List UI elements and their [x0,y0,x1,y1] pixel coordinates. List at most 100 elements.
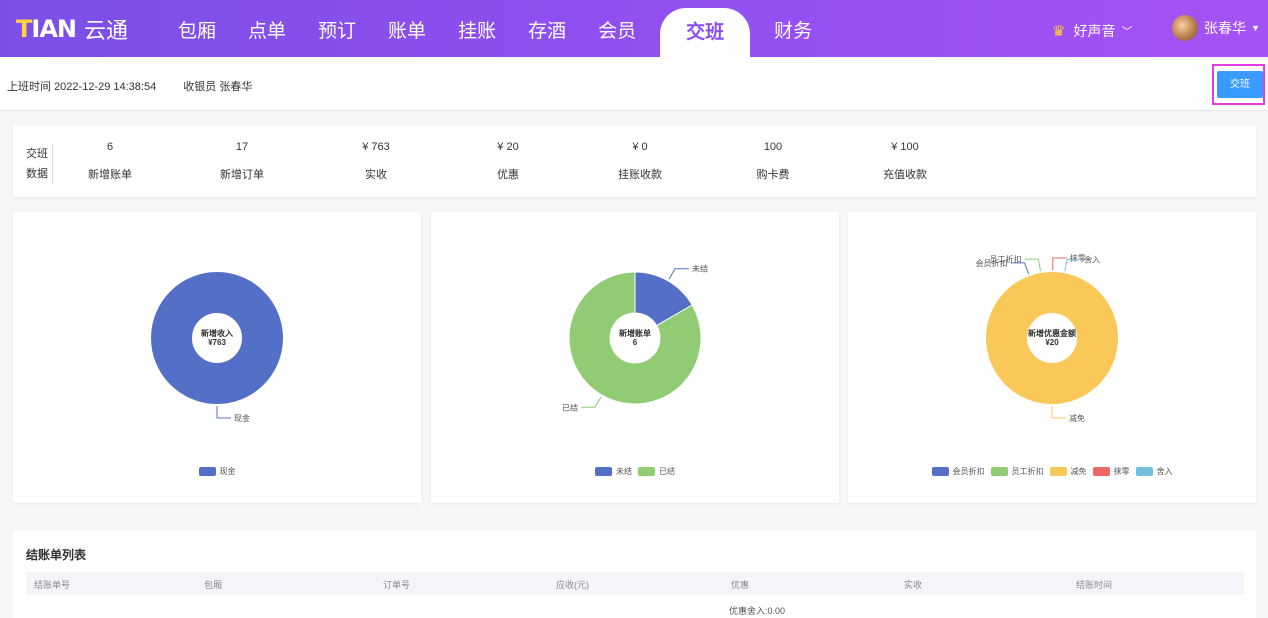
bills-donut-chart: 未结已结 新增账单6 [562,264,708,413]
stat-card-fee: 100 购卡费 [713,141,833,182]
legend-swatch [595,467,612,476]
discount-donut-chart: 会员折扣员工折扣减免抹零舍入新增优惠金额¥20 [976,253,1118,423]
user-name: 张春华 [1204,20,1246,36]
slice-label-1: 员工折扣 [989,254,1021,264]
main-nav: 包厢 点单 预订 账单 挂账 存酒 会员 交班 财务 [162,0,828,57]
stat-label: 挂账收款 [618,169,662,181]
app-logo[interactable]: TIAN 云通 [16,13,128,45]
column-header: 优惠 [731,580,750,590]
center-value: ¥763 [208,338,226,347]
stat-label: 新增账单 [88,169,132,181]
legend-item[interactable]: 舍入 [1135,466,1173,477]
stat-credit-collected: ¥ 0 挂账收款 [580,141,700,182]
nav-item-members[interactable]: 会员 [582,0,652,57]
avatar [1172,15,1198,41]
stat-received: ¥ 763 实收 [316,141,436,182]
discount-chart-legend: 会员折扣 员工折扣 减免 抹零 舍入 [848,466,1256,477]
stat-value: ¥ 20 [497,141,519,153]
stat-value: ¥ 0 [632,141,648,153]
income-donut-chart: 现金 新增收入¥763 [151,272,283,423]
cashier-label: 收银员 [183,81,217,93]
stat-label: 充值收款 [883,169,927,181]
user-menu[interactable]: 张春华 ▼ [1172,15,1260,41]
nav-item-shift-handover[interactable]: 交班 [660,8,751,57]
nav-item-credit[interactable]: 挂账 [442,0,512,57]
legend-item[interactable]: 未结 [595,466,632,477]
table-row-discount-cell: 优惠舍入:0.00 [729,606,786,616]
legend-item[interactable]: 会员折扣 [931,466,985,477]
legend-label: 现金 [219,467,236,476]
leader-line-0 [1010,262,1030,275]
legend-item[interactable]: 抹零 [1092,466,1130,477]
legend-swatch [1092,467,1110,476]
bills-chart-legend: 未结 已结 [431,466,839,477]
column-header: 订单号 [383,580,411,590]
slice-label-0: 现金 [234,413,250,423]
income-chart-legend: 现金 [13,466,421,477]
discount-chart-card: 会员折扣 员工折扣 减免 抹零 舍入 新增优惠金额 ¥20 会员折扣 员工折扣 减免 抹零 舍入 [848,212,1256,503]
column-header: 应收(元) [556,580,589,590]
center-value: 6 [633,338,638,347]
nav-item-order[interactable]: 点单 [232,0,302,57]
center-title: 新增优惠金额 [1028,328,1076,338]
leader-line-0 [668,268,689,280]
nav-item-wine-storage[interactable]: 存酒 [512,0,582,57]
legend-label: 舍入 [1156,467,1173,476]
shift-start-label: 上班时间 [7,81,51,93]
legend-swatch [638,467,655,476]
bills-chart-card: 未结 已结 新增账单 6 未结 已结 [431,212,839,503]
legend-item[interactable]: 减免 [1049,466,1087,477]
column-header: 实收 [904,580,923,590]
legend-label: 抹零 [1113,467,1130,476]
stats-label: 交班 数据 [26,144,53,184]
shift-stats-card: 交班 数据 6 新增账单 17 新增订单 ¥ 763 实收 ¥ 20 优惠 ¥ … [13,125,1256,197]
stat-value: 6 [106,141,114,153]
shift-info-bar: 上班时间 2022-12-29 14:38:54 收银员 张春华 [0,57,1268,111]
nav-item-finance[interactable]: 财务 [758,0,828,57]
legend-label: 未结 [616,467,632,476]
stat-label: 实收 [365,169,387,181]
stat-label: 新增订单 [220,169,264,181]
legend-label: 员工折扣 [1011,467,1044,476]
leader-line-0 [216,406,231,419]
income-chart-card: 现金 新增收入 ¥763 现金 [13,212,421,503]
stat-new-bills: 6 新增账单 [50,141,170,182]
shift-info: 上班时间 2022-12-29 14:38:54 收银员 张春华 [7,78,252,94]
slice-label-4: 舍入 [1084,254,1100,264]
store-selector[interactable]: ♛ 好声音 ﹀ [1052,21,1132,41]
store-name: 好声音 [1073,23,1116,39]
nav-item-bills[interactable]: 账单 [372,0,442,57]
stat-recharge: ¥ 100 充值收款 [845,141,965,182]
leader-line-3 [1052,257,1067,271]
legend-item[interactable]: 员工折扣 [990,466,1044,477]
column-header: 结账单号 [34,580,71,590]
slice-label-1: 已结 [562,402,578,412]
stat-value: ¥ 100 [891,141,919,153]
stat-label: 优惠 [497,169,519,181]
column-header: 结账时间 [1076,580,1113,590]
nav-item-rooms[interactable]: 包厢 [162,0,232,57]
table-title: 结账单列表 [26,548,87,562]
stats-label-line1: 交班 [26,148,48,160]
slice-label-2: 减免 [1069,413,1085,423]
legend-item[interactable]: 已结 [638,466,675,477]
legend-label: 已结 [659,467,675,476]
handover-button[interactable]: 交班 [1217,71,1263,98]
stat-new-orders: 17 新增订单 [182,141,302,182]
stat-value: ¥ 763 [362,141,390,153]
stat-value: 17 [235,141,249,153]
stat-label: 购卡费 [756,169,790,181]
center-title: 新增收入 [201,328,233,338]
slice-label-0: 未结 [692,264,708,274]
leader-line-2 [1051,406,1066,419]
nav-item-booking[interactable]: 预订 [302,0,372,57]
legend-label: 会员折扣 [952,467,985,476]
leader-line-1 [581,396,602,408]
legend-label: 减免 [1070,467,1087,476]
logo-mark: TIAN [16,15,77,43]
legend-swatch [990,467,1008,476]
legend-item[interactable]: 现金 [198,466,236,477]
legend-swatch [931,467,949,476]
logo-text: 云通 [83,18,128,43]
checkout-list-card: 结账单列表 结账单号 包厢 订单号 应收(元) 优惠 实收 结账时间 优惠舍入:… [13,531,1256,618]
